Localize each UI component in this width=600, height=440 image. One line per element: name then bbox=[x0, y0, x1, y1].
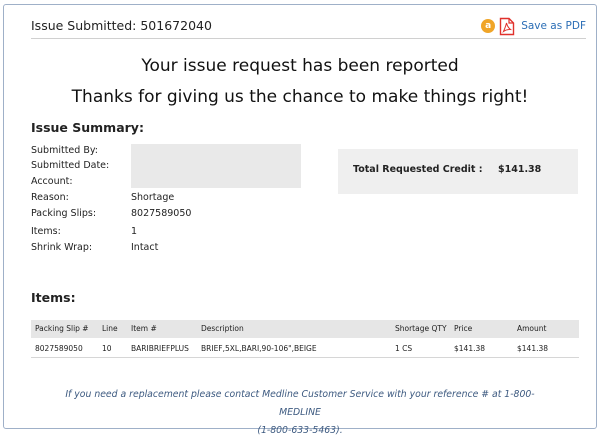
header-bar: Issue Submitted: 501672040 a Save as PDF bbox=[31, 15, 586, 39]
reason-value: Shortage bbox=[131, 192, 175, 203]
items-section-title: Items: bbox=[31, 290, 76, 305]
confirmation-heading: Your issue request has been reported bbox=[141, 56, 459, 76]
pdf-file-icon[interactable] bbox=[499, 17, 515, 36]
save-as-pdf-link[interactable]: Save as PDF bbox=[521, 20, 586, 32]
col-line: Line bbox=[102, 324, 118, 333]
packing-slips-value: 8027589050 bbox=[131, 208, 192, 219]
total-credit-value: $141.38 bbox=[498, 164, 542, 175]
reason-label: Reason: bbox=[31, 192, 69, 203]
cell-packing-slip: 8027589050 bbox=[35, 344, 83, 353]
redacted-details-block bbox=[131, 144, 301, 188]
cell-description: BRIEF,5XL,BARI,90-106",BEIGE bbox=[201, 344, 317, 353]
shrink-wrap-value: Intact bbox=[131, 242, 159, 253]
issue-submitted-title: Issue Submitted: 501672040 bbox=[31, 18, 212, 33]
table-row: 8027589050 10 BARIBRIEFPLUS BRIEF,5XL,BA… bbox=[31, 340, 579, 358]
customer-service-note: If you need a replacement please contact… bbox=[50, 386, 550, 440]
cell-amount: $141.38 bbox=[517, 344, 549, 353]
info-badge[interactable]: a bbox=[481, 19, 496, 33]
total-credit-label: Total Requested Credit : bbox=[353, 164, 483, 175]
col-amount: Amount bbox=[517, 324, 547, 333]
cell-shortage-qty: 1 CS bbox=[395, 344, 413, 353]
issue-summary-title: Issue Summary: bbox=[31, 120, 144, 135]
thanks-heading: Thanks for giving us the chance to make … bbox=[71, 87, 529, 107]
items-table-header: Packing Slip # Line Item # Description S… bbox=[31, 320, 579, 338]
col-description: Description bbox=[201, 324, 244, 333]
footer-line-1: If you need a replacement please contact… bbox=[65, 389, 535, 418]
submitted-date-label: Submitted Date: bbox=[31, 160, 110, 171]
submitted-by-label: Submitted By: bbox=[31, 145, 98, 156]
col-packing-slip: Packing Slip # bbox=[35, 324, 89, 333]
packing-slips-label: Packing Slips: bbox=[31, 208, 97, 219]
cell-line: 10 bbox=[102, 344, 112, 353]
total-credit-box: Total Requested Credit : $141.38 bbox=[338, 149, 578, 194]
cell-item-number: BARIBRIEFPLUS bbox=[131, 344, 189, 353]
items-count-value: 1 bbox=[131, 226, 138, 237]
account-label: Account: bbox=[31, 176, 73, 187]
col-item-number: Item # bbox=[131, 324, 157, 333]
shrink-wrap-label: Shrink Wrap: bbox=[31, 242, 93, 253]
col-price: Price bbox=[454, 324, 473, 333]
items-count-label: Items: bbox=[31, 226, 61, 237]
save-pdf-area: a Save as PDF bbox=[481, 15, 586, 37]
footer-line-2: (1-800-633-5463). bbox=[257, 425, 343, 436]
col-shortage-qty: Shortage QTY bbox=[395, 324, 447, 333]
cell-price: $141.38 bbox=[454, 344, 486, 353]
